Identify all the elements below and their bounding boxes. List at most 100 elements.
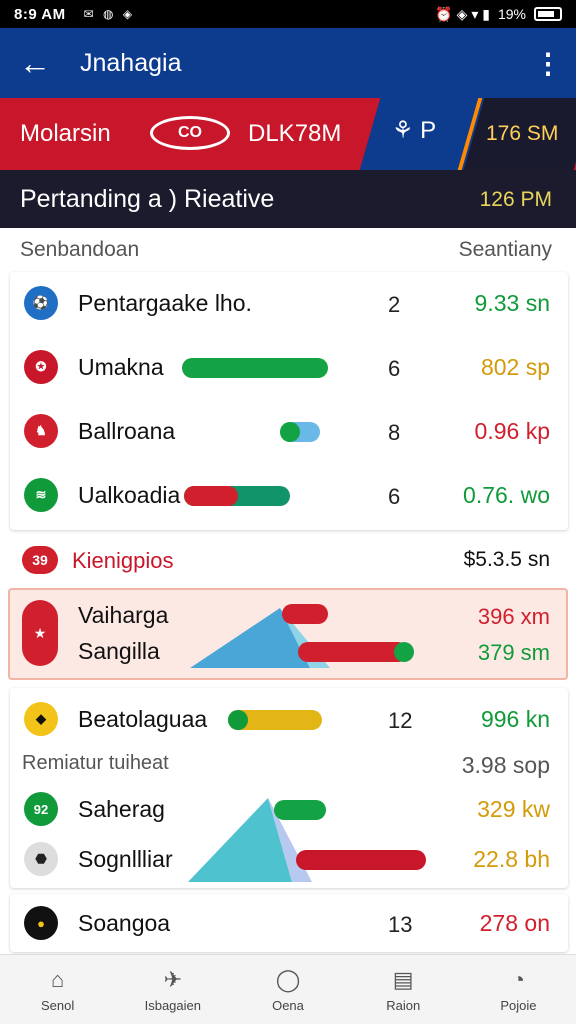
- status-right: ⏰ ◈ ▾ ▮ 19%: [435, 6, 562, 23]
- team-value: 379 sm: [477, 640, 550, 665]
- progress-bar: [182, 358, 328, 378]
- status-time: 8:9 AM: [14, 5, 66, 23]
- team-rank: 13: [388, 912, 413, 937]
- team-badge-icon: ≋: [24, 478, 58, 512]
- nav-label: Pojoie: [500, 997, 537, 1013]
- battery-icon: [534, 7, 562, 21]
- team-badge-icon: 92: [24, 792, 58, 826]
- back-arrow-icon[interactable]: ←: [0, 45, 70, 82]
- nav-item-senol[interactable]: ⌂ Senol: [0, 955, 115, 1024]
- list-item[interactable]: ⬣ Sognllliar 22.8 bh: [10, 828, 568, 892]
- team-value: 996 kn: [480, 706, 550, 732]
- team-name: Ualkoadia: [78, 482, 181, 508]
- list-item[interactable]: ◆ Beatolaguaa 12 996 kn: [10, 688, 568, 752]
- team-badge-icon: ⬣: [24, 842, 58, 876]
- team-value: 278 on: [479, 910, 550, 936]
- progress-bar: [274, 800, 326, 820]
- section-value: $5.3.5 sn: [463, 548, 550, 571]
- team-name: Soangoa: [78, 910, 171, 936]
- section-badge: 39: [22, 546, 58, 574]
- app-bar: ← Jnahagia ⋮: [0, 28, 576, 98]
- team-rank: 8: [388, 420, 401, 445]
- team-name: Umakna: [78, 354, 164, 380]
- list-item[interactable]: ♞ Ballroana 8 0.96 kp: [10, 400, 568, 464]
- list-item[interactable]: ≋ Ualkoadia 6 0.76. wo: [10, 464, 568, 528]
- banner-mid-text: DLK78M: [248, 120, 342, 147]
- nav-item-isbagaien[interactable]: ✈ Isbagaien: [115, 955, 230, 1024]
- team-badge-icon: ♞: [24, 414, 58, 448]
- team-badge-icon: ⚽: [24, 286, 58, 320]
- status-bar: 8:9 AM ✉ ◍ ◈ ⏰ ◈ ▾ ▮ 19%: [0, 0, 576, 28]
- list-item[interactable]: ● Soangoa 13 278 on: [10, 894, 568, 952]
- team-value: 22.8 bh: [473, 846, 550, 872]
- team-logo: CO: [150, 116, 230, 150]
- list-header-left: Senbandoan: [20, 238, 140, 261]
- team-rank: 6: [388, 484, 401, 509]
- team-rank: 12: [388, 708, 413, 733]
- team-name: Vaiharga: [78, 602, 169, 628]
- standings-card: ⚽ Pentargaake lho. 2 9.33 sn ✪ Umakna 6 …: [10, 272, 568, 530]
- notification-icons: ✉ ◍ ◈: [83, 7, 136, 21]
- nav-item-pojoie[interactable]: ◔ Pojoie: [461, 955, 576, 1024]
- nav-label: Senol: [40, 997, 75, 1013]
- team-value: 396 xm: [477, 604, 550, 629]
- subheading: Remiatur tuiheat: [22, 752, 169, 774]
- system-icons: ⏰ ◈ ▾ ▮: [435, 5, 490, 22]
- progress-dot: [280, 422, 300, 442]
- home-icon: ⌂: [50, 966, 65, 992]
- team-name: Beatolaguaa: [78, 706, 208, 732]
- team-badge-icon: ✪: [24, 350, 58, 384]
- plane-icon: ✈: [163, 966, 183, 992]
- highlight-match[interactable]: ★ Vaiharga Sangilla 396 xm 379 sm: [8, 588, 568, 680]
- list-header-right: Seantiany: [458, 238, 552, 261]
- progress-bar: [296, 850, 426, 870]
- team-rank: 6: [388, 356, 401, 381]
- team-badge-icon: ◆: [24, 702, 58, 736]
- progress-bar: [298, 642, 408, 662]
- team-value: 3.98 sop: [461, 752, 550, 778]
- team-name: Ballroana: [78, 418, 176, 444]
- progress-bar-secondary: [184, 486, 238, 506]
- team-name: Sognllliar: [78, 846, 173, 872]
- more-options-icon[interactable]: ⋮: [520, 47, 576, 80]
- team-badge-icon: ●: [24, 906, 58, 940]
- document-icon: ▤: [392, 966, 414, 992]
- team-rank: 2: [388, 292, 401, 317]
- section-title: Kienigpios: [72, 548, 174, 573]
- sub-banner-time: 126 PM: [479, 188, 552, 211]
- banner-left-text: Molarsin: [20, 120, 111, 147]
- team-name: Pentargaake lho.: [78, 290, 252, 316]
- progress-bar: [282, 604, 328, 624]
- team-name: Saherag: [78, 796, 165, 822]
- battery-percent: 19%: [497, 6, 526, 22]
- section-header: 39 Kienigpios $5.3.5 sn: [0, 536, 576, 586]
- nav-item-oena[interactable]: ◯ Oena: [230, 955, 345, 1024]
- nav-label: Oena: [272, 997, 304, 1013]
- page-title: Jnahagia: [80, 48, 182, 77]
- progress-dot: [228, 710, 248, 730]
- standings-card: ● Soangoa 13 278 on: [10, 894, 568, 952]
- nav-label: Raion: [386, 997, 421, 1013]
- sub-banner: Pertanding a ) Rieative 126 PM: [0, 170, 576, 228]
- team-value: 0.96 kp: [474, 418, 550, 444]
- clock-icon: ◔: [511, 966, 526, 992]
- team-value: 9.33 sn: [474, 290, 550, 316]
- circle-icon: ◯: [275, 966, 301, 992]
- team-name: Sangilla: [78, 638, 160, 664]
- banner-right-text: 176 SM: [486, 122, 559, 145]
- sub-banner-title: Pertanding a ) Rieative: [20, 185, 275, 213]
- team-value: 329 kw: [477, 796, 550, 822]
- team-value: 802 sp: [480, 354, 550, 380]
- team-badge-icon: ★: [22, 600, 58, 666]
- header-banner: Molarsin CO DLK78M ⚘ P 176 SM: [0, 98, 576, 170]
- nav-label: Isbagaien: [144, 997, 201, 1013]
- list-item[interactable]: ⚽ Pentargaake lho. 2 9.33 sn: [10, 272, 568, 336]
- banner-emblem-icon: ⚘ P: [392, 117, 437, 144]
- list-header: Senbandoan Seantiany: [0, 232, 576, 268]
- team-value: 0.76. wo: [463, 482, 550, 508]
- bottom-nav: ⌂ Senol ✈ Isbagaien ◯ Oena ▤ Raion ◔ Poj…: [0, 954, 576, 1024]
- list-item[interactable]: ✪ Umakna 6 802 sp: [10, 336, 568, 400]
- standings-card: ◆ Beatolaguaa 12 996 kn Remiatur tuiheat…: [10, 688, 568, 888]
- nav-item-raion[interactable]: ▤ Raion: [346, 955, 461, 1024]
- progress-dot: [394, 642, 414, 662]
